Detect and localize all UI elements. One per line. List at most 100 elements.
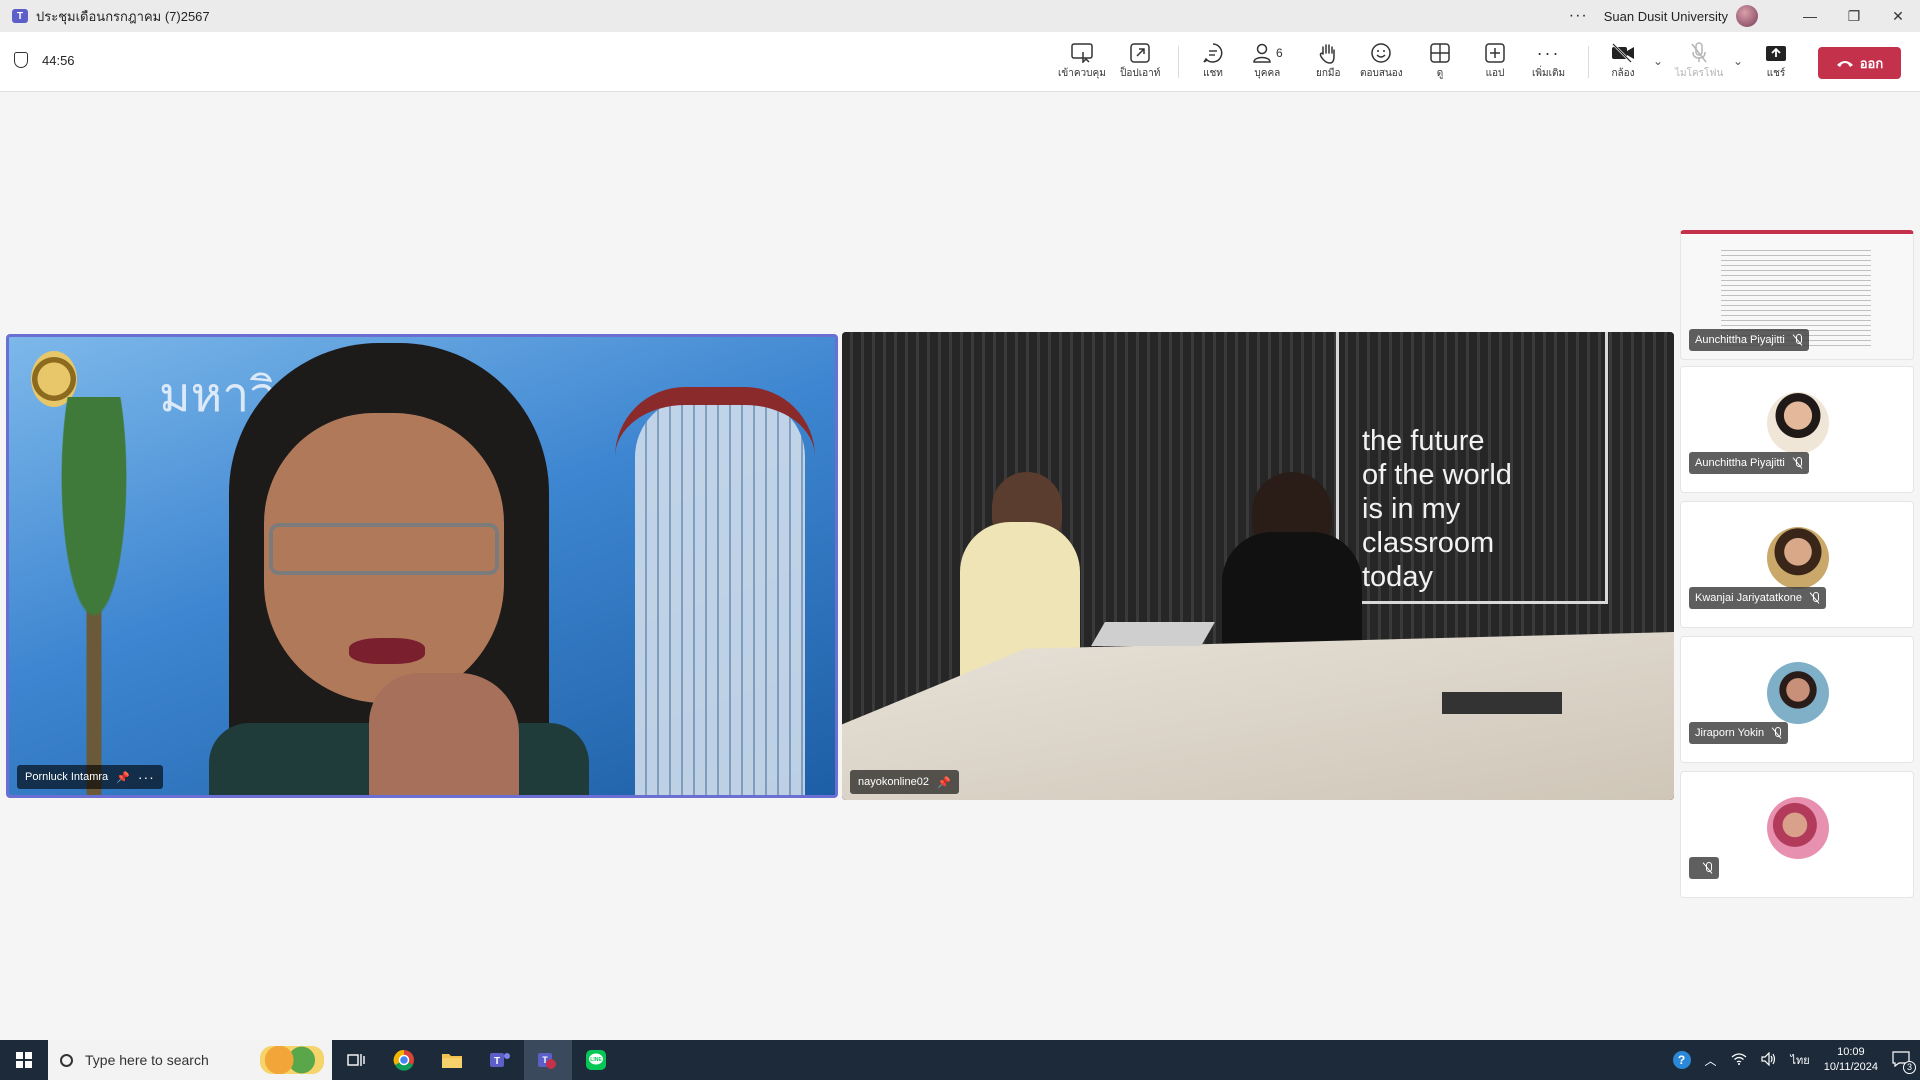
search-highlight-image[interactable] — [260, 1046, 324, 1074]
participant-name-tag: Aunchittha Piyajitti — [1689, 329, 1809, 351]
apps-label: แอป — [1485, 68, 1505, 79]
show-hidden-icons-chevron-icon[interactable]: ︿ — [1705, 1052, 1717, 1069]
camera-off-icon — [1611, 40, 1635, 66]
participant-name: Pornluck Intamra — [25, 771, 109, 783]
participant-card[interactable]: Kwanjai Jariyatatkone — [1680, 501, 1914, 628]
help-icon[interactable]: ? — [1672, 1051, 1691, 1069]
share-icon — [1765, 40, 1787, 66]
participant-card[interactable] — [1680, 771, 1914, 898]
mic-muted-icon — [1793, 457, 1803, 469]
building-image — [635, 397, 805, 795]
taskbar-chrome[interactable] — [380, 1040, 428, 1080]
more-actions-button[interactable]: ··· เพิ่มเติม — [1532, 40, 1565, 81]
screen-share-thumbnail[interactable]: Aunchittha Piyajitti — [1680, 230, 1914, 360]
taskbar-search-box[interactable]: Type here to search — [48, 1040, 332, 1080]
share-button[interactable]: แชร์ — [1765, 40, 1787, 81]
minimize-button[interactable]: — — [1788, 8, 1832, 24]
wall-quote-line: of the world — [1362, 459, 1512, 491]
camera-button[interactable]: กล้อง — [1611, 40, 1635, 81]
network-icon[interactable] — [1731, 1052, 1747, 1068]
tile-more-options-button[interactable]: ··· — [138, 769, 155, 785]
organization-name[interactable]: Suan Dusit University — [1604, 9, 1728, 24]
system-tray: ? ︿ ไทย 10:09 10/11/2024 3 — [1672, 1045, 1920, 1075]
apps-button[interactable]: แอป — [1485, 40, 1505, 81]
chrome-icon — [393, 1049, 414, 1071]
window-title: ประชุมเดือนกรกฎาคม (7)2567 — [36, 8, 210, 24]
popout-icon — [1130, 40, 1150, 66]
more-actions-label: เพิ่มเติม — [1532, 68, 1566, 79]
wall-quote-line: the future — [1362, 425, 1485, 457]
camera-label: กล้อง — [1611, 68, 1635, 79]
people-button[interactable]: 6 บุคคล — [1252, 40, 1283, 81]
microphone-button[interactable]: ไมโครโฟน — [1675, 40, 1723, 81]
clock-date: 10/11/2024 — [1823, 1061, 1878, 1073]
participant-name: Jiraporn Yokin — [1695, 727, 1765, 739]
conference-device — [1442, 692, 1562, 714]
participant-video — [209, 343, 589, 795]
task-view-button[interactable] — [332, 1040, 380, 1080]
notification-center-button[interactable]: 3 — [1892, 1050, 1916, 1074]
input-language[interactable]: ไทย — [1791, 1051, 1810, 1069]
take-control-label: เข้าควบคุม — [1058, 68, 1106, 79]
mic-muted-icon — [1772, 727, 1782, 739]
line-app-icon: LINE — [586, 1050, 606, 1070]
react-button[interactable]: ตอบสนอง — [1360, 40, 1403, 81]
video-tile-nayokonline02[interactable]: the future of the world is in my classro… — [842, 332, 1674, 800]
smiley-icon — [1370, 40, 1392, 66]
svg-text:T: T — [494, 1056, 500, 1067]
participant-name-tag: Pornluck Intamra 📌 ··· — [17, 765, 163, 789]
close-button[interactable]: ✕ — [1876, 8, 1920, 25]
microphone-label: ไมโครโฟน — [1675, 68, 1724, 79]
chat-button[interactable]: แชท — [1202, 40, 1224, 81]
taskbar-clock[interactable]: 10:09 10/11/2024 — [1824, 1045, 1878, 1075]
avatar — [1767, 392, 1829, 454]
taskbar-teams-meeting[interactable]: T — [524, 1040, 572, 1080]
volume-icon[interactable] — [1760, 1051, 1777, 1069]
raise-hand-button[interactable]: ยกมือ — [1316, 40, 1341, 81]
participant-card[interactable]: Aunchittha Piyajitti — [1680, 366, 1914, 493]
title-more-button[interactable]: ··· — [1569, 7, 1588, 25]
avatar — [1767, 662, 1829, 724]
leave-button[interactable]: ออก — [1818, 47, 1901, 79]
notification-count-badge: 3 — [1903, 1060, 1916, 1074]
participant-card[interactable]: Jiraporn Yokin — [1680, 636, 1914, 763]
start-button[interactable] — [0, 1040, 48, 1080]
participant-name: Aunchittha Piyajitti — [1695, 334, 1785, 346]
mic-options-chevron-icon[interactable]: ⌄ — [1733, 54, 1743, 68]
taskbar-file-explorer[interactable] — [428, 1040, 476, 1080]
taskbar-teams[interactable]: T — [476, 1040, 524, 1080]
restore-button[interactable]: ❐ — [1832, 8, 1876, 25]
teams-meeting-icon: T — [538, 1053, 556, 1069]
participant-name: nayokonline02 — [858, 776, 929, 788]
mic-muted-icon — [1793, 334, 1803, 346]
ellipsis-icon: ··· — [1536, 42, 1561, 63]
popout-label: ป็อปเอาท์ — [1120, 68, 1161, 79]
people-count: 6 — [1276, 46, 1283, 60]
popout-button[interactable]: ป็อปเอาท์ — [1120, 40, 1160, 81]
camera-options-chevron-icon[interactable]: ⌄ — [1653, 54, 1663, 68]
svg-text:T: T — [542, 1055, 548, 1065]
wall-quote-line: is in my — [1362, 493, 1461, 525]
video-tile-pornluck[interactable]: มหาวิ นดุสิต Pornluck Intamra 📌 ··· — [6, 334, 838, 798]
profile-avatar[interactable] — [1736, 5, 1758, 27]
microphone-off-icon — [1689, 40, 1709, 66]
react-label: ตอบสนอง — [1360, 68, 1403, 79]
task-view-icon — [347, 1054, 365, 1066]
participant-name-tag: nayokonline02 📌 — [850, 770, 959, 794]
chat-icon — [1202, 40, 1224, 66]
chat-label: แชท — [1203, 68, 1223, 79]
search-placeholder: Type here to search — [85, 1052, 209, 1068]
palm-tree-image — [19, 397, 169, 795]
grid-view-icon — [1430, 40, 1450, 66]
windows-logo-icon — [16, 1052, 32, 1068]
meeting-toolbar: 44:56 เข้าควบคุม ป็อปเอาท์ แชท 6 บุคคล ย… — [0, 32, 1920, 92]
toolbar-divider — [1588, 46, 1589, 78]
view-button[interactable]: ดู — [1430, 40, 1450, 81]
participant-name-tag — [1689, 857, 1719, 879]
windows-taskbar: Type here to search T T LINE ? ︿ ไทย 10:… — [0, 1040, 1920, 1080]
avatar — [1767, 527, 1829, 589]
taskbar-line[interactable]: LINE — [572, 1040, 620, 1080]
view-label: ดู — [1436, 68, 1444, 79]
folder-icon — [442, 1054, 462, 1068]
take-control-button[interactable]: เข้าควบคุม — [1058, 40, 1106, 81]
